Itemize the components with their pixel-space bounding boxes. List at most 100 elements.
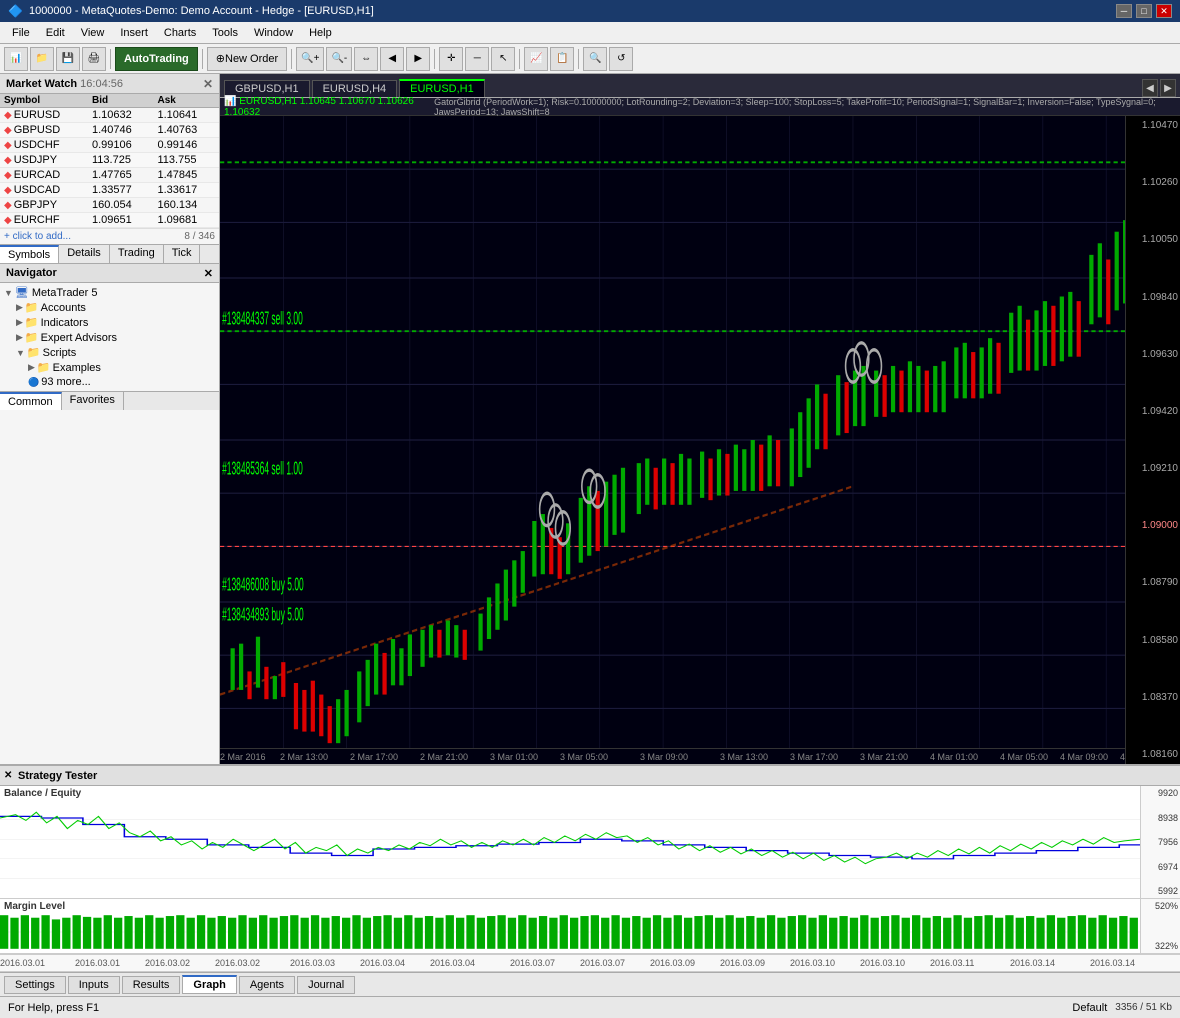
- tl-16: 2016.03.14: [1090, 958, 1135, 968]
- add-symbol-link[interactable]: + click to add...: [4, 231, 71, 242]
- refresh-button[interactable]: ↺: [609, 47, 633, 71]
- strat-tab-inputs[interactable]: Inputs: [68, 976, 120, 994]
- scroll-right-button[interactable]: ▶: [406, 47, 430, 71]
- graph-price-5: 5992: [1143, 886, 1178, 896]
- chart-tab-eurusd-h1[interactable]: EURUSD,H1: [399, 79, 485, 97]
- folder-icon: 📁: [27, 346, 41, 359]
- tl-15: 2016.03.14: [1010, 958, 1055, 968]
- menu-tools[interactable]: Tools: [204, 25, 246, 41]
- menu-insert[interactable]: Insert: [112, 25, 156, 41]
- indicator-button[interactable]: 📈: [524, 47, 548, 71]
- table-row[interactable]: ◆GBPUSD 1.40746 1.40763: [0, 123, 219, 138]
- tab-details[interactable]: Details: [59, 245, 110, 263]
- table-row[interactable]: ◆EURUSD 1.10632 1.10641: [0, 108, 219, 123]
- close-button[interactable]: ✕: [1156, 4, 1172, 18]
- nav-item-label: Scripts: [43, 347, 77, 359]
- app-icon: 🔷: [8, 4, 23, 18]
- nav-item-examples[interactable]: ▶ 📁 Examples: [0, 360, 219, 375]
- chart-nav-left[interactable]: ◀: [1142, 79, 1158, 97]
- chart-tab-gbpusd-h1[interactable]: GBPUSD,H1: [224, 80, 310, 97]
- graph-price-3: 7956: [1143, 837, 1178, 847]
- chart-tab-eurusd-h4[interactable]: EURUSD,H4: [312, 80, 398, 97]
- zoom-in-button[interactable]: 🔍+: [296, 47, 324, 71]
- time-label-2: 2 Mar 13:00: [280, 752, 328, 762]
- navigator-close[interactable]: ✕: [204, 267, 213, 280]
- navigator-header: Navigator ✕: [0, 263, 219, 283]
- market-watch-close[interactable]: ✕: [203, 77, 213, 91]
- chart-panel: GBPUSD,H1 EURUSD,H4 EURUSD,H1 ◀ ▶ 📊 EURU…: [220, 74, 1180, 764]
- nav-item-metatrader5[interactable]: ▼ 🖥 MetaTrader 5: [0, 285, 219, 300]
- ask-cell: 1.10641: [153, 108, 219, 123]
- toolbar-separator-4: [434, 49, 435, 69]
- bid-cell: 1.47765: [88, 168, 154, 183]
- crosshair-button[interactable]: ✛: [439, 47, 463, 71]
- bid-cell: 1.33577: [88, 183, 154, 198]
- nav-item-label: Indicators: [41, 317, 89, 329]
- navigator-panel: Navigator ✕ ▼ 🖥 MetaTrader 5 ▶ 📁 Account…: [0, 263, 219, 764]
- table-row[interactable]: ◆USDJPY 113.725 113.755: [0, 153, 219, 168]
- price-10: 1.08580: [1128, 635, 1178, 646]
- menu-charts[interactable]: Charts: [156, 25, 204, 41]
- tab-favorites[interactable]: Favorites: [62, 392, 124, 410]
- tl-1: 2016.03.01: [0, 958, 45, 968]
- maximize-button[interactable]: □: [1136, 4, 1152, 18]
- minimize-button[interactable]: ─: [1116, 4, 1132, 18]
- template-button[interactable]: 📋: [550, 47, 574, 71]
- toolbar-separator-1: [110, 49, 111, 69]
- strat-tab-graph[interactable]: Graph: [182, 975, 236, 994]
- menu-help[interactable]: Help: [301, 25, 340, 41]
- strat-tab-agents[interactable]: Agents: [239, 976, 295, 994]
- time-label-9: 3 Mar 17:00: [790, 752, 838, 762]
- market-watch-header: Market Watch 16:04:56 ✕: [0, 74, 219, 94]
- cursor-button[interactable]: ↖: [491, 47, 515, 71]
- tl-6: 2016.03.04: [360, 958, 405, 968]
- table-row[interactable]: ◆EURCAD 1.47765 1.47845: [0, 168, 219, 183]
- zoom-out-button[interactable]: 🔍-: [326, 47, 352, 71]
- nav-item-indicators[interactable]: ▶ 📁 Indicators: [0, 315, 219, 330]
- strat-tab-results[interactable]: Results: [122, 976, 181, 994]
- chart-price-axis: 1.10470 1.10260 1.10050 1.09840 1.09630 …: [1125, 116, 1180, 764]
- new-chart-button[interactable]: 📊: [4, 47, 28, 71]
- open-button[interactable]: 📁: [30, 47, 54, 71]
- scroll-left-button[interactable]: ◀: [380, 47, 404, 71]
- print-button[interactable]: 🖨: [82, 47, 106, 71]
- search-button[interactable]: 🔍: [583, 47, 607, 71]
- autotrading-button[interactable]: AutoTrading: [115, 47, 198, 71]
- nav-item-scripts[interactable]: ▼ 📁 Scripts: [0, 345, 219, 360]
- menu-file[interactable]: File: [4, 25, 38, 41]
- tab-common[interactable]: Common: [0, 392, 62, 410]
- tab-tick[interactable]: Tick: [164, 245, 201, 263]
- price-6: 1.09420: [1128, 406, 1178, 417]
- expand-icon: ▼: [4, 288, 13, 298]
- help-text: For Help, press F1: [8, 1002, 99, 1014]
- table-row[interactable]: ◆USDCAD 1.33577 1.33617: [0, 183, 219, 198]
- price-4: 1.09840: [1128, 292, 1178, 303]
- svg-text:#138484337 sell 3.00: #138484337 sell 3.00: [222, 309, 303, 330]
- new-order-button[interactable]: ⊕ New Order: [207, 47, 287, 71]
- nav-item-expert-advisors[interactable]: ▶ 📁 Expert Advisors: [0, 330, 219, 345]
- save-button[interactable]: 💾: [56, 47, 80, 71]
- table-row[interactable]: ◆EURCHF 1.09651 1.09681: [0, 213, 219, 228]
- tl-2: 2016.03.01: [75, 958, 120, 968]
- menu-edit[interactable]: Edit: [38, 25, 73, 41]
- symbol-cell: ◆EURUSD: [0, 108, 88, 123]
- menu-view[interactable]: View: [73, 25, 113, 41]
- chart-nav-right[interactable]: ▶: [1160, 79, 1176, 97]
- table-row[interactable]: ◆GBPJPY 160.054 160.134: [0, 198, 219, 213]
- ask-cell: 1.47845: [153, 168, 219, 183]
- strategy-close-button[interactable]: ✕: [4, 770, 12, 781]
- tab-trading[interactable]: Trading: [110, 245, 164, 263]
- nav-item-more[interactable]: 🔵 93 more...: [0, 375, 219, 389]
- strat-tab-journal[interactable]: Journal: [297, 976, 355, 994]
- toolbar-separator-3: [291, 49, 292, 69]
- nav-item-icon: 🖥: [15, 286, 29, 299]
- table-row[interactable]: ◆USDCHF 0.99106 0.99146: [0, 138, 219, 153]
- strat-tab-settings[interactable]: Settings: [4, 976, 66, 994]
- nav-item-accounts[interactable]: ▶ 📁 Accounts: [0, 300, 219, 315]
- chart-scroll-button[interactable]: ⇔: [354, 47, 378, 71]
- tab-symbols[interactable]: Symbols: [0, 245, 59, 263]
- chart-drawing-area[interactable]: #138484337 sell 3.00 #138485364 sell 1.0…: [220, 116, 1180, 764]
- line-button[interactable]: ─: [465, 47, 489, 71]
- menu-window[interactable]: Window: [246, 25, 301, 41]
- item-icon: 🔵: [28, 377, 39, 388]
